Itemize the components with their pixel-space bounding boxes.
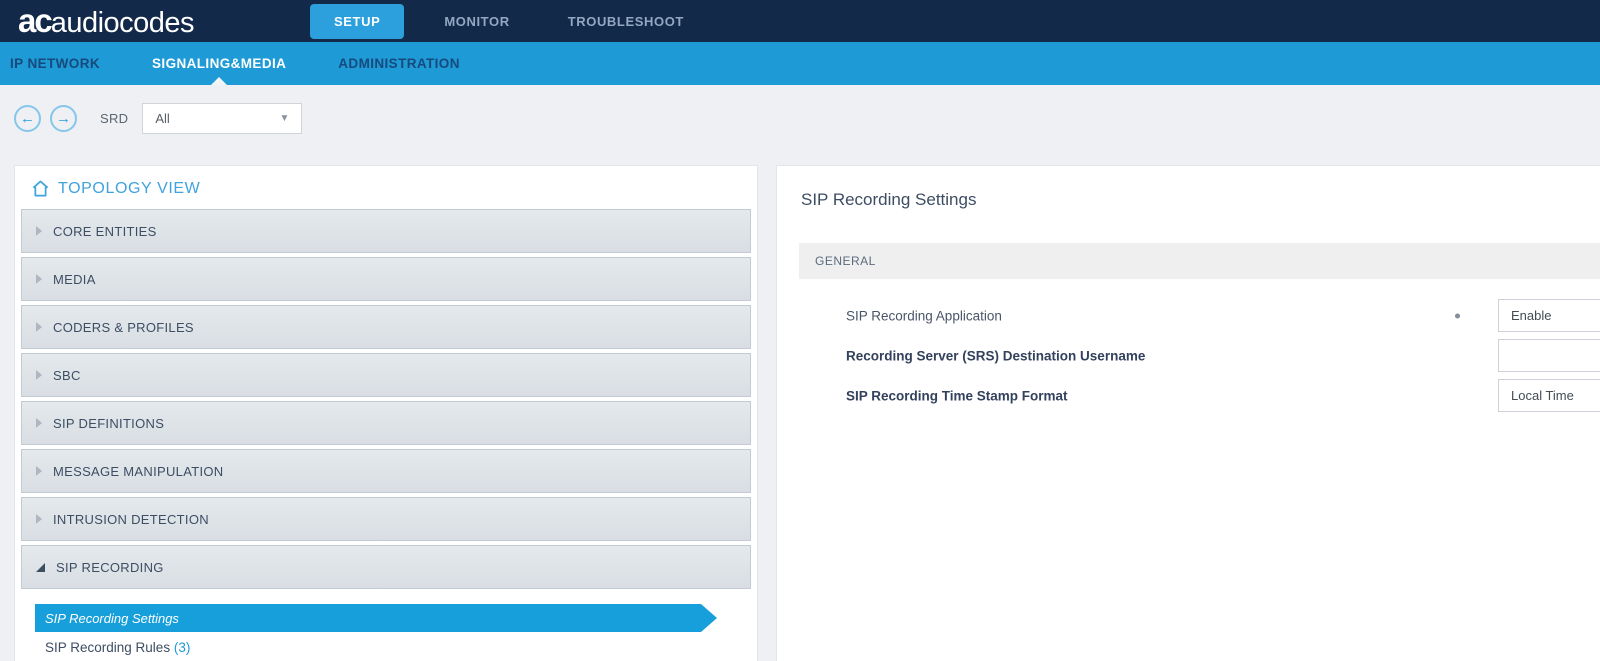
modified-dot-icon xyxy=(1455,313,1460,318)
accordion-core-entities[interactable]: CORE ENTITIES xyxy=(21,209,751,253)
subitem-count-badge: (3) xyxy=(174,640,191,655)
general-form: SIP Recording Application Enable Recordi… xyxy=(777,299,1600,412)
topology-panel: TOPOLOGY VIEW CORE ENTITIES MEDIA CODERS… xyxy=(14,165,758,661)
top-navigation-bar: acaudiocodes SETUP MONITOR TROUBLESHOOT xyxy=(0,0,1600,42)
chevron-right-icon xyxy=(36,322,42,332)
tab-troubleshoot[interactable]: TROUBLESHOOT xyxy=(568,14,684,29)
topology-view-header[interactable]: TOPOLOGY VIEW xyxy=(15,166,757,207)
settings-panel: SIP Recording Settings GENERAL SIP Recor… xyxy=(776,165,1600,661)
field-row-srs-destination-username: Recording Server (SRS) Destination Usern… xyxy=(777,339,1600,372)
accordion-message-manipulation[interactable]: MESSAGE MANIPULATION xyxy=(21,449,751,493)
audiocodes-logo-mark: ac xyxy=(18,2,51,40)
srd-dropdown-value: All xyxy=(155,111,169,126)
audiocodes-logo[interactable]: acaudiocodes xyxy=(18,2,310,40)
accordion-intrusion-detection[interactable]: INTRUSION DETECTION xyxy=(21,497,751,541)
tab-setup[interactable]: SETUP xyxy=(310,4,404,39)
chevron-right-icon xyxy=(36,370,42,380)
accordion-sip-recording[interactable]: SIP RECORDING xyxy=(21,545,751,589)
chevron-right-icon xyxy=(36,226,42,236)
chevron-right-icon xyxy=(36,514,42,524)
chevron-right-icon xyxy=(36,274,42,284)
tab-signaling-media[interactable]: SIGNALING&MEDIA xyxy=(152,42,286,85)
top-nav-tabs: SETUP MONITOR TROUBLESHOOT xyxy=(310,0,742,42)
accordion-coders-profiles[interactable]: CODERS & PROFILES xyxy=(21,305,751,349)
topology-accordion: CORE ENTITIES MEDIA CODERS & PROFILES SB… xyxy=(15,207,757,655)
tab-monitor[interactable]: MONITOR xyxy=(444,14,509,29)
accordion-media[interactable]: MEDIA xyxy=(21,257,751,301)
srd-dropdown[interactable]: All ▼ xyxy=(142,103,302,134)
tab-administration[interactable]: ADMINISTRATION xyxy=(338,42,460,85)
time-stamp-format-select[interactable]: Local Time xyxy=(1498,379,1600,412)
srs-destination-username-input[interactable] xyxy=(1498,339,1600,372)
subitem-sip-recording-settings-selected[interactable]: SIP Recording Settings xyxy=(35,604,717,632)
tab-ip-network[interactable]: IP NETWORK xyxy=(10,42,100,85)
chevron-right-icon xyxy=(36,418,42,428)
audiocodes-logo-text: audiocodes xyxy=(51,7,194,40)
field-row-sip-recording-application: SIP Recording Application Enable xyxy=(777,299,1600,332)
home-icon xyxy=(31,179,50,198)
sip-recording-subitems: SIP Recording Settings SIP Recording Rul… xyxy=(21,604,751,655)
section-general[interactable]: GENERAL xyxy=(799,243,1600,279)
sip-recording-application-select[interactable]: Enable xyxy=(1498,299,1600,332)
chevron-right-icon xyxy=(36,466,42,476)
field-row-time-stamp-format: SIP Recording Time Stamp Format Local Ti… xyxy=(777,379,1600,412)
accordion-sip-definitions[interactable]: SIP DEFINITIONS xyxy=(21,401,751,445)
back-arrow-icon[interactable]: ← xyxy=(14,105,41,132)
chevron-down-icon: ▼ xyxy=(279,113,289,124)
field-label: Recording Server (SRS) Destination Usern… xyxy=(846,348,1145,363)
topology-view-title: TOPOLOGY VIEW xyxy=(58,180,200,198)
field-label: SIP Recording Time Stamp Format xyxy=(846,388,1068,403)
subitem-sip-recording-rules[interactable]: SIP Recording Rules (3) xyxy=(45,640,751,655)
chevron-expanded-icon xyxy=(36,563,45,572)
page-title: SIP Recording Settings xyxy=(777,166,1600,210)
srd-label: SRD xyxy=(100,111,128,126)
forward-arrow-icon[interactable]: → xyxy=(50,105,77,132)
field-label: SIP Recording Application xyxy=(846,308,1002,323)
accordion-sbc[interactable]: SBC xyxy=(21,353,751,397)
secondary-navigation-bar: IP NETWORK SIGNALING&MEDIA ADMINISTRATIO… xyxy=(0,42,1600,85)
srd-toolbar: ← → SRD All ▼ xyxy=(14,103,302,134)
